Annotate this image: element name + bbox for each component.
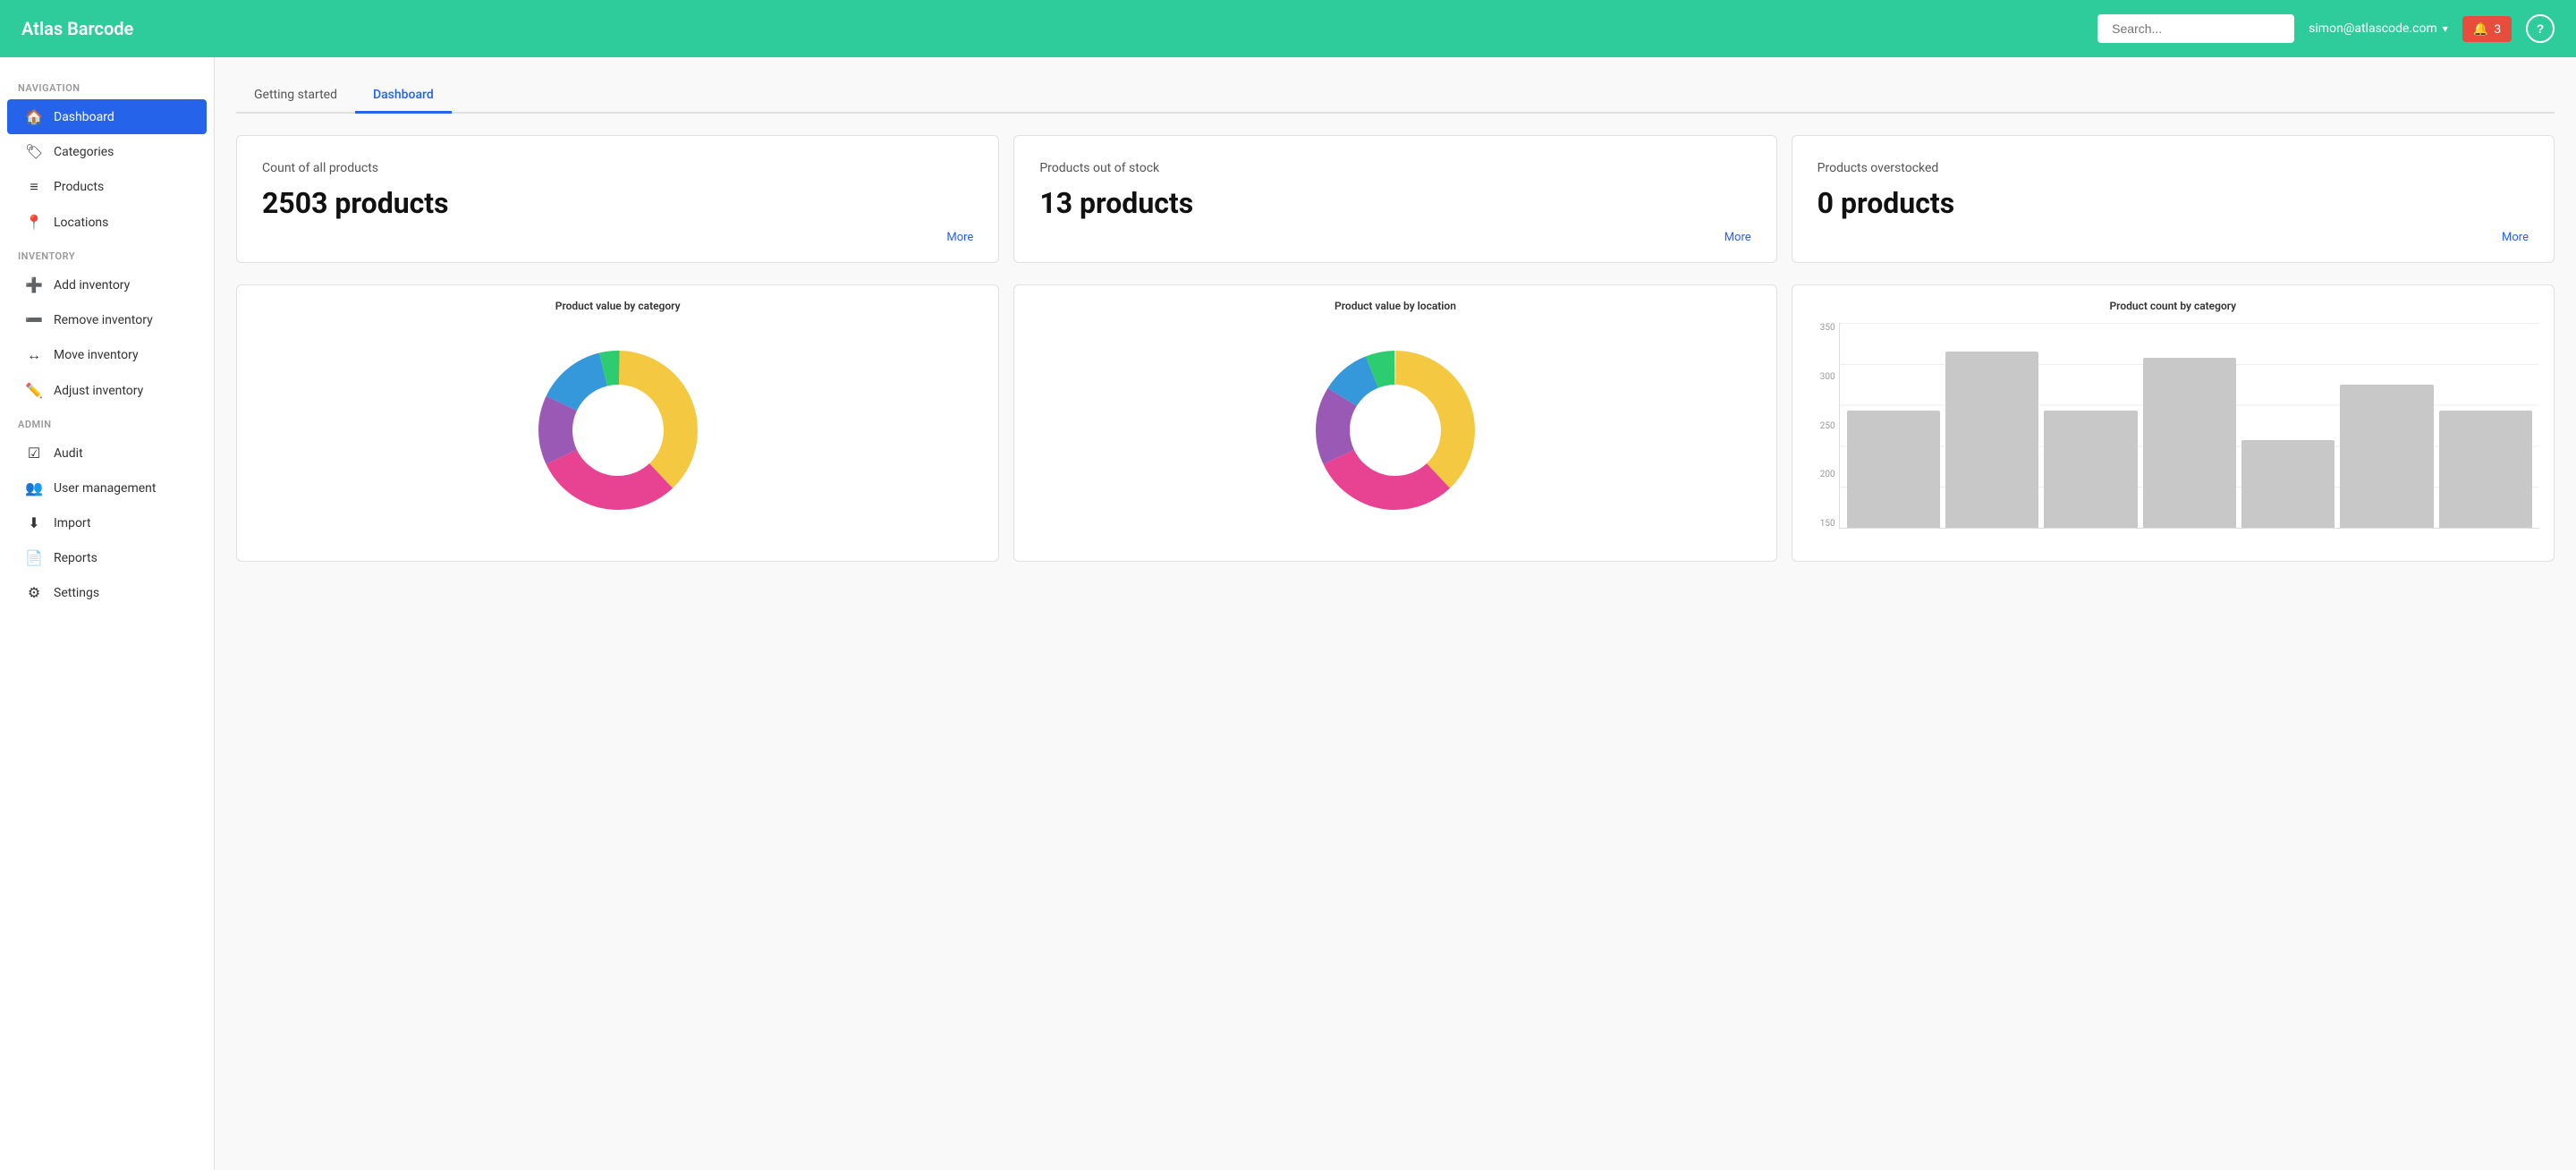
search-input[interactable] [2097,14,2294,43]
stat-more-overstocked[interactable]: More [1818,231,2529,244]
sidebar-item-label: Dashboard [54,110,114,124]
sidebar-item-products[interactable]: ≡ Products [7,169,207,205]
inventory-section-label: INVENTORY [0,240,214,267]
sidebar-item-label: Audit [54,446,83,461]
main-content: Getting started Dashboard Count of all p… [215,57,2576,1170]
sidebar-item-label: Remove inventory [54,313,153,327]
settings-icon: ⚙ [25,584,43,601]
help-button[interactable]: ? [2526,14,2555,43]
user-email: simon@atlascode.com [2309,21,2437,36]
bar-chart-container: 350 300 250 200 150 [1807,323,2539,547]
donut-value-by-category [251,323,984,538]
donut-chart-1 [529,341,708,520]
stat-card-out-of-stock: Products out of stock 13 products More [1013,135,1776,263]
donut-value-by-location [1029,323,1761,538]
stat-card-all-products: Count of all products 2503 products More [236,135,999,263]
reports-icon: 📄 [25,549,43,566]
chart-title-count-by-category: Product count by category [1807,300,2539,312]
y-axis: 350 300 250 200 150 [1807,323,1835,529]
sidebar-item-reports[interactable]: 📄 Reports [7,540,207,575]
sidebar-item-categories[interactable]: 🏷 Categories [7,134,207,169]
sidebar-item-user-management[interactable]: 👥 User management [7,471,207,505]
sidebar-item-remove-inventory[interactable]: ➖ Remove inventory [7,302,207,337]
sidebar-item-label: Import [54,516,91,530]
bell-icon: 🔔 [2473,21,2488,37]
sidebar-item-label: Locations [54,216,108,230]
categories-icon: 🏷 [25,143,43,160]
audit-icon: ☑ [25,445,43,462]
stat-more-out-of-stock[interactable]: More [1039,231,1750,244]
nav-section-label: NAVIGATION [0,72,214,99]
stat-label-out-of-stock: Products out of stock [1039,161,1750,175]
header-right: simon@atlascode.com ▾ 🔔 3 ? [2097,14,2555,43]
sidebar-item-label: Add inventory [54,278,130,292]
bar-chart-bars [1839,323,2539,529]
bar-3 [2143,358,2236,528]
notif-count: 3 [2494,21,2501,36]
question-icon: ? [2537,21,2545,36]
user-management-icon: 👥 [25,479,43,496]
adjust-inventory-icon: ✏️ [25,382,43,399]
tab-getting-started[interactable]: Getting started [236,79,355,114]
sidebar-item-label: Categories [54,145,114,159]
stats-row: Count of all products 2503 products More… [236,135,2555,263]
chart-value-by-category: Product value by category [236,284,999,562]
sidebar: NAVIGATION 🏠 Dashboard 🏷 Categories ≡ Pr… [0,57,215,1170]
sidebar-item-move-inventory[interactable]: ↔ Move inventory [7,337,207,373]
dashboard-icon: 🏠 [25,108,43,125]
sidebar-item-label: Reports [54,551,97,565]
stat-label-overstocked: Products overstocked [1818,161,2529,175]
stat-more-all-products[interactable]: More [262,231,973,244]
sidebar-item-label: Settings [54,586,99,600]
charts-row: Product value by category [236,284,2555,562]
sidebar-item-label: Products [54,180,104,194]
sidebar-item-dashboard[interactable]: 🏠 Dashboard [7,99,207,134]
stat-value-overstocked: 0 products [1818,186,2529,220]
sidebar-item-add-inventory[interactable]: ➕ Add inventory [7,267,207,302]
bar-0 [1847,411,1940,528]
main-layout: NAVIGATION 🏠 Dashboard 🏷 Categories ≡ Pr… [0,57,2576,1170]
bar-4 [2241,440,2334,528]
sidebar-item-adjust-inventory[interactable]: ✏️ Adjust inventory [7,373,207,408]
add-inventory-icon: ➕ [25,276,43,293]
stat-card-overstocked: Products overstocked 0 products More [1792,135,2555,263]
chart-value-by-location: Product value by location [1013,284,1776,562]
sidebar-item-label: User management [54,481,156,496]
bar-1 [1945,352,2038,528]
remove-inventory-icon: ➖ [25,311,43,328]
chart-count-by-category: Product count by category 350 300 250 20… [1792,284,2555,562]
tab-dashboard[interactable]: Dashboard [355,79,452,114]
chart-title-value-by-category: Product value by category [251,300,984,312]
stat-value-all-products: 2503 products [262,186,973,220]
bar-2 [2044,411,2137,528]
admin-section-label: ADMIN [0,408,214,436]
stat-value-out-of-stock: 13 products [1039,186,1750,220]
sidebar-item-label: Adjust inventory [54,384,143,398]
locations-icon: 📍 [25,214,43,231]
bar-6 [2439,411,2532,528]
sidebar-item-label: Move inventory [54,348,139,362]
notification-button[interactable]: 🔔 3 [2462,16,2512,42]
sidebar-item-locations[interactable]: 📍 Locations [7,205,207,240]
bar-5 [2340,385,2433,528]
app-logo: Atlas Barcode [21,18,133,39]
sidebar-item-import[interactable]: ⬇ Import [7,505,207,540]
chevron-down-icon: ▾ [2443,22,2448,35]
move-inventory-icon: ↔ [25,346,43,364]
products-icon: ≡ [25,178,43,196]
user-menu[interactable]: simon@atlascode.com ▾ [2309,21,2448,36]
sidebar-item-settings[interactable]: ⚙ Settings [7,575,207,610]
import-icon: ⬇ [25,514,43,531]
donut-chart-2 [1306,341,1485,520]
app-header: Atlas Barcode simon@atlascode.com ▾ 🔔 3 … [0,0,2576,57]
sidebar-item-audit[interactable]: ☑ Audit [7,436,207,471]
chart-title-value-by-location: Product value by location [1029,300,1761,312]
stat-label-all-products: Count of all products [262,161,973,175]
tab-bar: Getting started Dashboard [236,79,2555,114]
